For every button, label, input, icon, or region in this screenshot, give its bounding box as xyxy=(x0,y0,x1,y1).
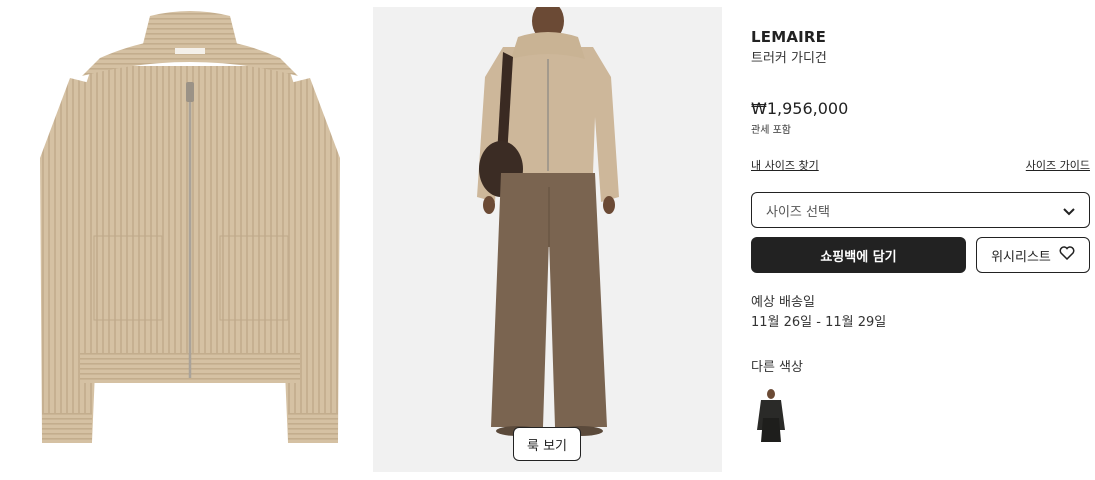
product-image-main[interactable] xyxy=(30,8,350,472)
wishlist-label: 위시리스트 xyxy=(991,249,1051,265)
black-cardigan-thumbnail xyxy=(757,389,785,442)
wishlist-button[interactable]: 위시리스트 xyxy=(976,237,1090,273)
heart-icon xyxy=(1059,246,1075,264)
shipping-date: 11월 26일 - 11월 29일 xyxy=(751,315,887,330)
product-name: 트러커 가디건 xyxy=(751,51,827,66)
size-select[interactable]: 사이즈 선택 xyxy=(751,192,1090,228)
color-swatch-black[interactable] xyxy=(751,388,791,444)
look-button[interactable]: 룩 보기 xyxy=(513,427,581,461)
find-my-size-link[interactable]: 내 사이즈 찾기 xyxy=(751,157,819,173)
add-to-bag-button[interactable]: 쇼핑백에 담기 xyxy=(751,237,966,273)
other-colors-label: 다른 색상 xyxy=(751,360,803,375)
model-image xyxy=(373,7,722,472)
product-image-model[interactable] xyxy=(373,7,722,472)
brand-name[interactable]: LEMAIRE xyxy=(751,28,826,46)
size-guide-link[interactable]: 사이즈 가이드 xyxy=(1026,157,1090,173)
size-select-placeholder: 사이즈 선택 xyxy=(766,204,830,220)
chevron-down-icon xyxy=(1063,201,1075,220)
product-price: ₩1,956,000 xyxy=(751,99,849,118)
shipping-label: 예상 배송일 xyxy=(751,295,815,310)
cardigan-image xyxy=(40,11,340,443)
tax-note: 관세 포함 xyxy=(751,125,791,136)
